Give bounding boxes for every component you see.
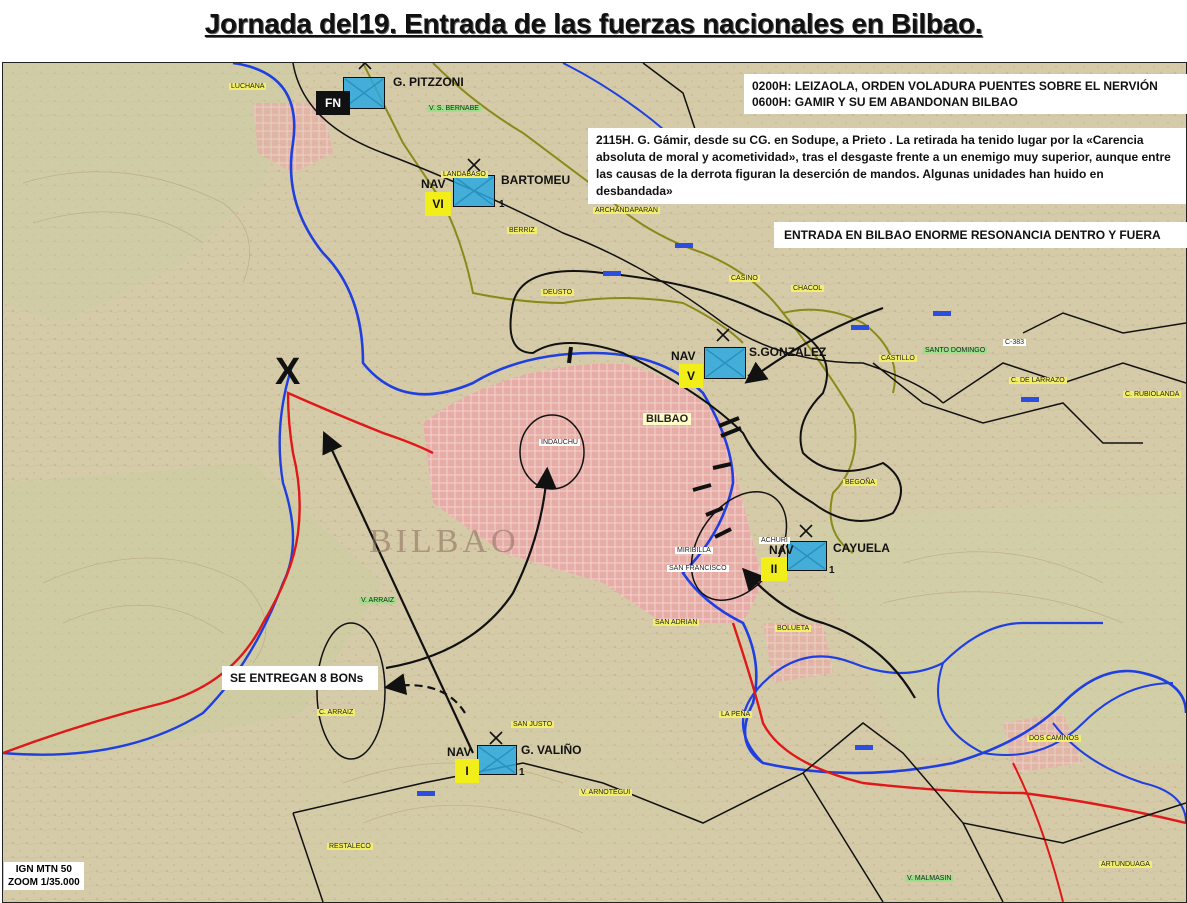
place-luchana: LUCHANA [229, 83, 267, 90]
unit-pitzzoni-badge: FN [316, 91, 350, 115]
unit-pitzzoni-name: G. PITZZONI [393, 75, 464, 89]
unit-valino-name: G. VALIÑO [521, 743, 582, 757]
place-indauchu: INDAUCHU [539, 439, 580, 446]
place-v-malmasin: V. MALMASIN [905, 875, 954, 882]
place-san-bernabe: V. S. BERNABE [427, 105, 481, 112]
map-title: Jornada del19. Entrada de las fuerzas na… [204, 8, 983, 39]
unit-bartomeu-number: VI [425, 192, 451, 216]
place-santo-domingo: SANTO DOMINGO [923, 347, 988, 354]
unit-cayuela-echelon: 1 [829, 565, 835, 576]
blue-marker [675, 243, 693, 248]
unit-gonzalez-echelon: 1 [747, 373, 753, 384]
x-marker: X [275, 351, 301, 393]
place-c-de-larrazo: C. DE LARRAZO [1009, 377, 1067, 384]
place-casino: CASINO [729, 275, 760, 282]
unit-valino-number: I [455, 759, 479, 783]
unit-bartomeu-symbol[interactable] [453, 175, 495, 207]
gamir-note: 2115H. G. Gámir, desde su CG. en Sodupe,… [588, 128, 1186, 204]
place-san-adrian: SAN ADRIAN [653, 619, 700, 626]
unit-valino-echelon: 1 [519, 767, 525, 778]
scale-note: IGN MTN 50 ZOOM 1/35.000 [4, 862, 84, 890]
blue-marker [417, 791, 435, 796]
place-achuri: ACHURI [759, 537, 790, 544]
timeline-note: 0200H: LEIZAOLA, ORDEN VOLADURA PUENTES … [744, 74, 1187, 114]
place-archanda: ARCHANDAPARAN [593, 207, 660, 214]
place-v-arnotegui: V. ARNOTEGUI [579, 789, 633, 796]
place-c383: C-383 [1003, 339, 1027, 346]
place-san-francisco: SAN FRANCISCO [667, 565, 729, 572]
scale-line-2: ZOOM 1/35.000 [8, 877, 80, 888]
timeline-line-1: 0200H: LEIZAOLA, ORDEN VOLADURA PUENTES … [752, 79, 1158, 93]
place-landabaso: LANDABASO [441, 171, 488, 178]
place-berriz: BERRIZ [507, 227, 537, 234]
entrada-note: ENTRADA EN BILBAO ENORME RESONANCIA DENT… [774, 222, 1187, 248]
unit-bartomeu-nav: NAV [421, 177, 446, 191]
place-la-pena: LA PEÑA [719, 711, 753, 718]
unit-gonzalez-name: S.GONZALEZ [749, 345, 827, 359]
place-dos-caminos: DOS CAMINOS [1027, 735, 1081, 742]
place-c-rubiolanda: C. RUBIOLANDA [1123, 391, 1182, 398]
place-san-justo: SAN JUSTO [511, 721, 555, 728]
blue-marker [851, 325, 869, 330]
unit-bartomeu-name: BARTOMEU [501, 173, 571, 187]
scale-line-1: IGN MTN 50 [15, 864, 72, 875]
unit-gonzalez-number: V [679, 364, 703, 388]
place-deusto: DEUSTO [541, 289, 575, 296]
surrender-note: SE ENTREGAN 8 BONs [222, 666, 378, 690]
unit-cayuela-name: CAYUELA [833, 541, 890, 555]
unit-bartomeu-echelon: 1 [499, 199, 505, 210]
city-label: BILBAO [643, 413, 692, 425]
map-big-label: BILBAO [369, 523, 520, 560]
blue-marker [603, 271, 621, 276]
timeline-line-2: 0600H: GAMIR Y SU EM ABANDONAN BILBAO [752, 95, 1018, 109]
place-restaleco: RESTALECO [327, 843, 373, 850]
place-c-arraiz: C. ARRAIZ [317, 709, 356, 716]
unit-cayuela-number: II [761, 557, 787, 581]
place-castillo: CASTILLO [879, 355, 917, 362]
place-v-arraiz: V. ARRAIZ [359, 597, 397, 604]
unit-valino-symbol[interactable] [477, 745, 517, 775]
unit-cayuela-nav: NAV [769, 543, 794, 557]
blue-marker [855, 745, 873, 750]
unit-gonzalez-symbol[interactable] [704, 347, 746, 379]
blue-marker [933, 311, 951, 316]
place-begona: BEGOÑA [843, 479, 877, 486]
unit-gonzalez-nav: NAV [671, 349, 696, 363]
place-artunduaga: ARTUNDUAGA [1099, 861, 1152, 868]
blue-marker [1021, 397, 1039, 402]
unit-valino-nav: NAV [447, 745, 472, 759]
place-bolueta: BOLUETA [775, 625, 812, 632]
place-chacol: CHACOL [791, 285, 825, 292]
place-miribilla: MIRIBILLA [675, 547, 713, 554]
